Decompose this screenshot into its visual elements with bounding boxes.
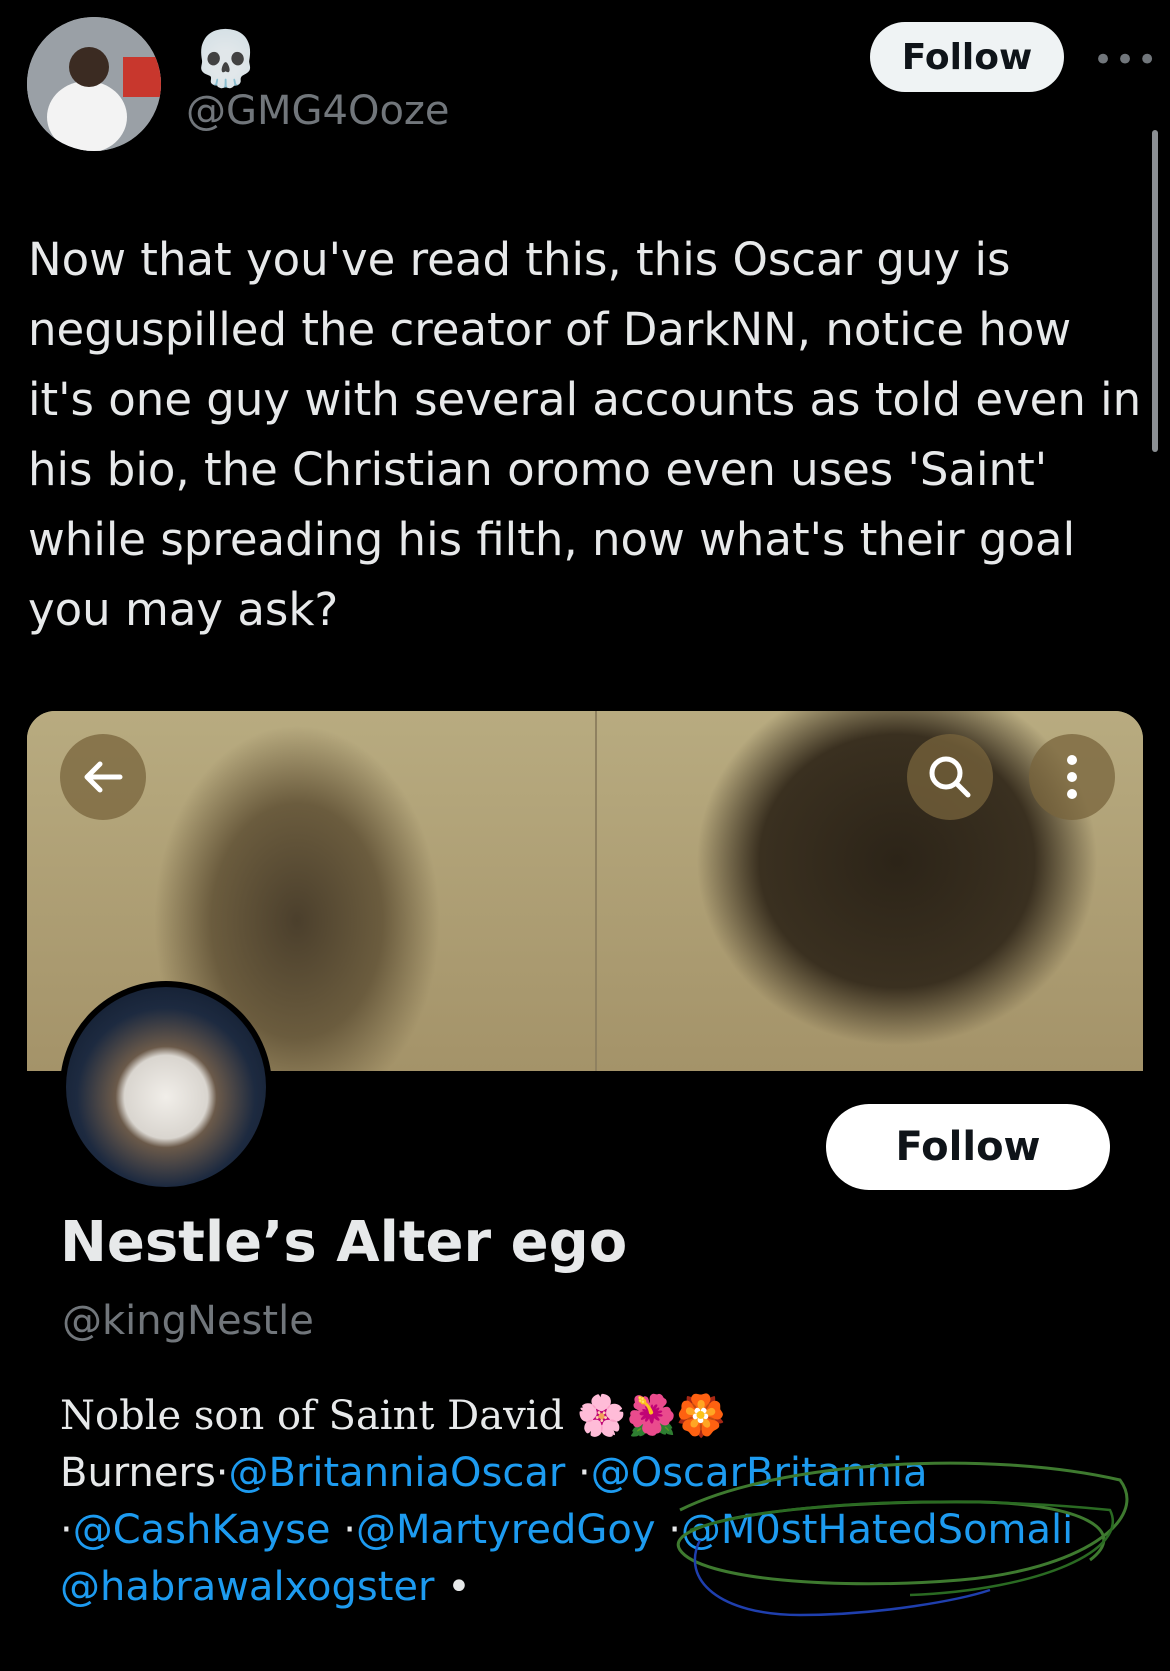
back-arrow-icon[interactable]	[60, 734, 146, 820]
separator: ·	[60, 1507, 73, 1553]
scrollbar[interactable]	[1152, 130, 1158, 452]
profile-handle: @kingNestle	[62, 1298, 314, 1344]
more-options-icon[interactable]: •••	[1093, 40, 1159, 80]
author-avatar[interactable]	[27, 17, 161, 151]
profile-name: Nestle’s Alter ego	[60, 1210, 628, 1275]
separator: ·	[330, 1507, 356, 1553]
scribble-annotation	[676, 1461, 1129, 1617]
mention-link[interactable]: @habrawalxogster	[60, 1564, 434, 1610]
mention-link[interactable]: @CashKayse	[73, 1507, 331, 1553]
skull-emoji-icon: 💀	[192, 27, 260, 90]
follow-button-profile[interactable]: Follow	[826, 1104, 1110, 1190]
mention-link[interactable]: @MartyredGoy	[356, 1507, 656, 1553]
author-handle[interactable]: @GMG4Ooze	[186, 88, 450, 134]
flower-emojis-icon: 🌸🌺🏵️	[576, 1393, 727, 1439]
separator: ·	[565, 1450, 591, 1496]
search-icon[interactable]	[907, 734, 993, 820]
burners-label: Burners·	[60, 1450, 229, 1496]
mention-link[interactable]: @BritanniaOscar	[229, 1450, 566, 1496]
bio-tagline: Noble son of Saint David	[60, 1393, 565, 1439]
follow-button-author[interactable]: Follow	[870, 22, 1064, 92]
bio-line-1: Noble son of Saint David 🌸🌺🏵️	[60, 1388, 1140, 1445]
tweet-text: Now that you've read this, this Oscar gu…	[28, 233, 1142, 636]
image-divider	[595, 711, 597, 1071]
vertical-dots-icon[interactable]	[1029, 734, 1115, 820]
separator: •	[434, 1564, 471, 1610]
profile-avatar[interactable]	[60, 981, 272, 1193]
